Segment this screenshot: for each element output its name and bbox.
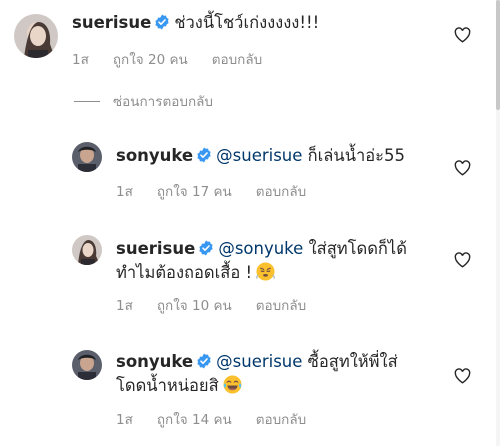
divider: [74, 100, 100, 102]
verified-badge-icon: [199, 240, 213, 256]
scrollbar[interactable]: [496, 0, 500, 446]
avatar-sonyuke[interactable]: [72, 142, 102, 172]
verified-badge-icon: [155, 14, 169, 30]
comment-text-row: sonyuke @suerisue ก็เล่นน้ำอ่ะ55: [116, 145, 405, 167]
comment-mention[interactable]: @suerisue: [216, 352, 302, 371]
avatar-suerisue[interactable]: [14, 14, 58, 58]
comment-time[interactable]: 1ส: [116, 184, 133, 200]
comment-username[interactable]: suerisue: [72, 13, 151, 32]
comment-text-row: suerisue ช่วงนี้โชว์เก่งงงงง!!!: [72, 12, 319, 34]
comment-likes[interactable]: ถูกใจ 20 คน: [113, 52, 188, 68]
comment-likes[interactable]: ถูกใจ 14 คน: [157, 412, 232, 428]
verified-badge-icon: [197, 353, 211, 369]
heart-icon[interactable]: [454, 160, 471, 176]
huffing-face-emoji: [256, 262, 275, 281]
hide-replies-label: ซ่อนการตอบกลับ: [113, 94, 213, 110]
comment-text: ซื้อสูทให้พี่ใส่: [307, 352, 398, 371]
comment-username[interactable]: suerisue: [116, 239, 195, 258]
avatar-image: [72, 142, 102, 172]
comment-meta: 1ส ถูกใจ 17 คน ตอบกลับ: [116, 180, 330, 202]
comment-meta: 1ส ถูกใจ 10 คน ตอบกลับ: [116, 294, 330, 316]
reply-button[interactable]: ตอบกลับ: [256, 412, 306, 428]
comment-meta: 1ส ถูกใจ 14 คน ตอบกลับ: [116, 408, 330, 430]
comment-meta: 1ส ถูกใจ 20 คน ตอบกลับ: [72, 48, 286, 70]
avatar-image: [72, 235, 102, 265]
comment-time[interactable]: 1ส: [116, 412, 133, 428]
comment-username[interactable]: sonyuke: [116, 352, 193, 371]
scrollbar-thumb[interactable]: [496, 0, 500, 110]
hide-replies-button[interactable]: ซ่อนการตอบกลับ: [74, 90, 213, 112]
comment-mention[interactable]: @suerisue: [216, 146, 302, 165]
comment-text-row: suerisue @sonyuke ใส่สูทโดดก็ได้: [116, 238, 407, 260]
comment-likes[interactable]: ถูกใจ 17 คน: [157, 184, 232, 200]
reply-button[interactable]: ตอบกลับ: [212, 52, 262, 68]
comment-time[interactable]: 1ส: [116, 298, 133, 314]
tears-of-joy-emoji: [223, 375, 242, 394]
avatar-sonyuke[interactable]: [72, 350, 102, 380]
comment-text: โดดน้ำหน่อยสิ: [116, 376, 219, 395]
comment-text-row: sonyuke @suerisue ซื้อสูทให้พี่ใส่: [116, 351, 398, 373]
comment-time[interactable]: 1ส: [72, 52, 89, 68]
avatar-image: [14, 14, 58, 58]
heart-icon[interactable]: [454, 27, 471, 43]
comment-text: ใส่สูทโดดก็ได้: [308, 239, 407, 258]
reply-button[interactable]: ตอบกลับ: [256, 298, 306, 314]
comment-text: ทำไมต้องถอดเสื้อ !: [116, 263, 253, 282]
comment-username[interactable]: sonyuke: [116, 146, 193, 165]
reply-button[interactable]: ตอบกลับ: [256, 184, 306, 200]
comment-text-row-2: ทำไมต้องถอดเสื้อ !: [116, 262, 275, 284]
comment-mention[interactable]: @sonyuke: [218, 239, 303, 258]
comment-text: ก็เล่นน้ำอ่ะ55: [307, 146, 406, 165]
heart-icon[interactable]: [454, 252, 471, 268]
avatar-suerisue[interactable]: [72, 235, 102, 265]
heart-icon[interactable]: [454, 368, 471, 384]
avatar-image: [72, 350, 102, 380]
comment-text-row-2: โดดน้ำหน่อยสิ: [116, 375, 242, 397]
comment-text: ช่วงนี้โชว์เก่งงงงง!!!: [174, 13, 320, 32]
verified-badge-icon: [197, 147, 211, 163]
comment-likes[interactable]: ถูกใจ 10 คน: [157, 298, 232, 314]
